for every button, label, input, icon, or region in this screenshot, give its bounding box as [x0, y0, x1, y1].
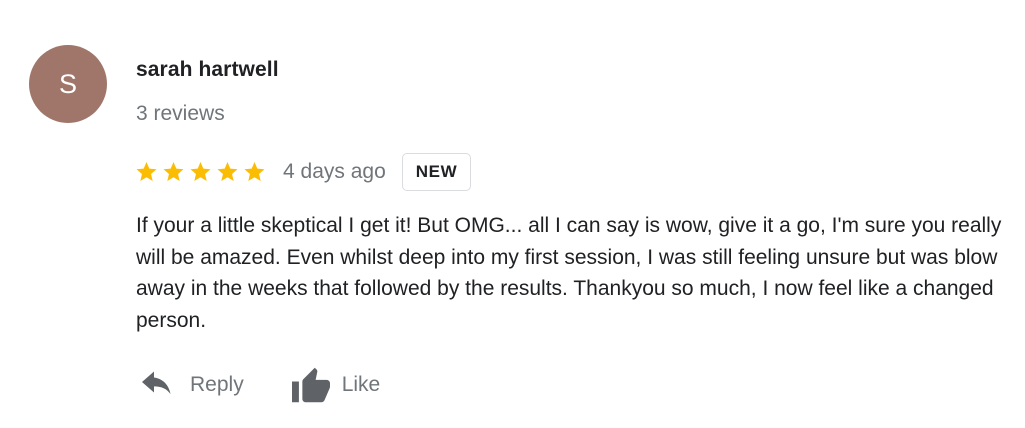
new-badge: NEW — [401, 153, 472, 191]
star-icon — [188, 160, 213, 184]
star-icon — [134, 160, 159, 184]
thumbs-up-icon — [290, 366, 332, 404]
reply-label: Reply — [190, 373, 244, 396]
reply-icon — [138, 370, 176, 400]
reply-button[interactable]: Reply — [138, 370, 244, 400]
like-button[interactable]: Like — [290, 366, 381, 404]
review-actions: Reply Like — [138, 366, 380, 404]
rating-row: 4 days ago NEW — [134, 151, 472, 193]
avatar[interactable]: S — [29, 45, 107, 123]
star-icon — [242, 160, 267, 184]
like-label: Like — [341, 373, 381, 396]
avatar-letter: S — [58, 68, 77, 99]
review-card: S sarah hartwell 3 reviews 4 days ago NE… — [0, 0, 1025, 428]
reviewer-name[interactable]: sarah hartwell — [136, 58, 279, 82]
star-icon — [161, 160, 186, 184]
star-icon — [215, 160, 240, 184]
star-rating — [134, 160, 267, 184]
review-date: 4 days ago — [283, 160, 386, 183]
review-count: 3 reviews — [136, 102, 225, 125]
review-text: If your a little skeptical I get it! But… — [136, 214, 1002, 332]
